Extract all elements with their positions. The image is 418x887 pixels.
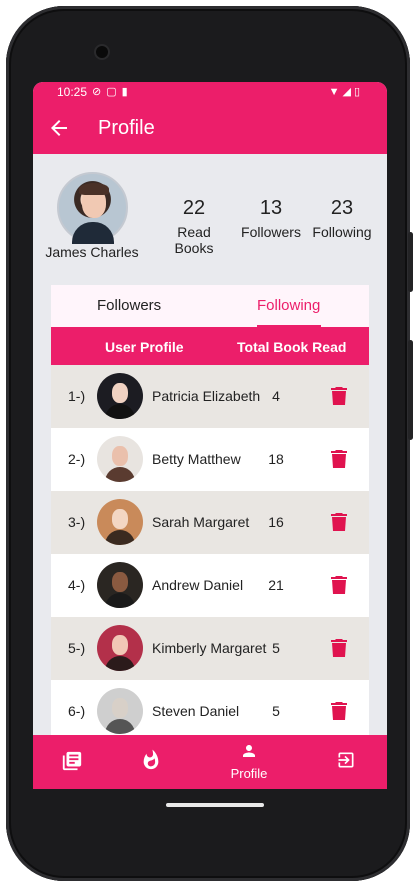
header-user-profile: User Profile <box>105 339 184 355</box>
row-index: 2-) <box>68 451 86 467</box>
power-button <box>408 232 413 292</box>
nav-logout[interactable] <box>317 735 377 789</box>
row-name: Sarah Margaret <box>152 514 250 530</box>
row-index: 4-) <box>68 577 86 593</box>
gesture-bar[interactable] <box>166 803 264 807</box>
stat-read-books: 22 Read Books <box>156 197 232 256</box>
row-index: 5-) <box>68 640 86 656</box>
row-avatar <box>97 436 143 482</box>
row-avatar <box>97 562 143 608</box>
tab-bar: Followers Following <box>51 285 369 327</box>
row-name: Andrew Daniel <box>152 577 244 593</box>
table-row[interactable]: 5-) Kimberly Margaret 5 <box>51 617 369 680</box>
sim-icon: ▢ <box>106 86 122 98</box>
delete-icon[interactable] <box>331 576 347 594</box>
nav-trending[interactable] <box>121 735 181 789</box>
signal-icon: ◢ <box>342 86 354 98</box>
battery-icon: ▯ <box>353 86 363 98</box>
table-row[interactable]: 4-) Andrew Daniel 21 <box>51 554 369 617</box>
person-icon <box>243 745 255 757</box>
stat-following: 23 Following <box>309 197 375 240</box>
row-count: 21 <box>268 577 284 593</box>
stat-followers: 13 Followers <box>237 197 305 240</box>
bottom-nav: Profile <box>33 735 387 789</box>
row-index: 6-) <box>68 703 86 719</box>
row-count: 5 <box>272 640 280 656</box>
row-avatar <box>97 499 143 545</box>
delete-icon[interactable] <box>331 513 347 531</box>
status-left-icons: ⊘▢▮ <box>92 85 133 98</box>
stat-value: 23 <box>330 197 354 219</box>
row-name: Patricia Elizabeth <box>152 388 261 404</box>
status-right-icons: ▼◢▯ <box>329 85 363 98</box>
header-total-books: Total Book Read <box>237 339 347 355</box>
app-bar: 10:25 ⊘▢▮ ▼◢▯ Profile <box>33 82 387 154</box>
tab-followers[interactable]: Followers <box>97 297 161 314</box>
status-bar: 10:25 ⊘▢▮ ▼◢▯ <box>33 82 387 104</box>
table-row[interactable]: 2-) Betty Matthew 18 <box>51 428 369 491</box>
row-avatar <box>97 625 143 671</box>
row-count: 5 <box>272 703 280 719</box>
library-books-icon <box>62 751 82 771</box>
nav-profile[interactable]: Profile <box>219 735 279 789</box>
nav-profile-label: Profile <box>230 766 268 781</box>
stat-label: Following <box>312 224 372 240</box>
table-row[interactable]: 6-) Steven Daniel 5 <box>51 680 369 743</box>
stat-label: Read Books <box>174 224 214 256</box>
row-avatar <box>97 373 143 419</box>
delete-icon[interactable] <box>331 702 347 720</box>
row-count: 4 <box>272 388 280 404</box>
row-name: Steven Daniel <box>152 703 240 719</box>
profile-name: James Charles <box>45 244 139 260</box>
row-avatar <box>97 688 143 734</box>
whatshot-icon <box>143 749 159 770</box>
wifi-icon: ▼ <box>328 86 343 98</box>
delete-icon[interactable] <box>331 450 347 468</box>
logout-icon <box>338 752 354 768</box>
status-time: 10:25 <box>57 85 88 99</box>
stat-value: 22 <box>182 197 206 219</box>
front-camera <box>96 46 108 58</box>
row-name: Kimberly Margaret <box>152 640 267 656</box>
follow-card: Followers Following User Profile Total B… <box>51 285 369 789</box>
nav-library[interactable] <box>42 735 102 789</box>
table-row[interactable]: 3-) Sarah Margaret 16 <box>51 491 369 554</box>
row-index: 1-) <box>68 388 86 404</box>
profile-avatar <box>57 172 128 244</box>
row-index: 3-) <box>68 514 86 530</box>
stat-value: 13 <box>259 197 283 219</box>
table-row[interactable]: 1-) Patricia Elizabeth 4 <box>51 365 369 428</box>
row-count: 18 <box>268 451 284 467</box>
row-count: 16 <box>268 514 284 530</box>
row-name: Betty Matthew <box>152 451 241 467</box>
tab-following[interactable]: Following <box>257 297 320 314</box>
volume-button <box>408 340 413 440</box>
delete-icon[interactable] <box>331 639 347 657</box>
app-screen: 10:25 ⊘▢▮ ▼◢▯ Profile James Charles 22 R… <box>33 82 387 789</box>
table-header: User Profile Total Book Read <box>51 327 369 365</box>
back-arrow-icon[interactable] <box>47 116 71 140</box>
delete-icon[interactable] <box>331 387 347 405</box>
sd-card-icon: ▮ <box>121 86 133 98</box>
vpn-icon: ⊘ <box>92 86 107 98</box>
stat-label: Followers <box>241 224 301 240</box>
page-title: Profile <box>98 117 155 139</box>
